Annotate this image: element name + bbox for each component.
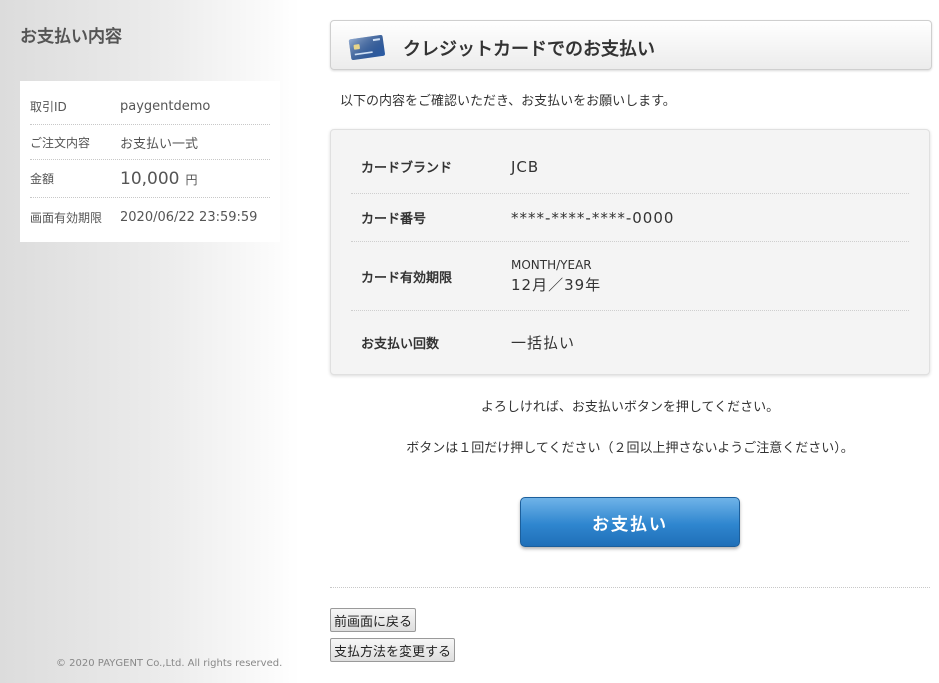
card-expiry: MONTH/YEAR 12月／39年 (511, 258, 601, 295)
summary-row-amount: 金額 10,000 円 (30, 160, 270, 198)
card-expiry-caption: MONTH/YEAR (511, 257, 592, 272)
card-number-label: カード番号 (361, 212, 427, 227)
payment-summary: 取引ID paygentdemo ご注文内容 お支払い一式 金額 10,000 円… (20, 81, 280, 242)
installments-value: 一括払い (511, 334, 576, 352)
card-details: カードブランド JCB カード番号 ****-****-****-0000 カー… (330, 129, 930, 375)
detail-row-expiry: カード有効期限 MONTH/YEAR 12月／39年 (351, 242, 909, 311)
divider (330, 587, 930, 588)
order-value: お支払い一式 (120, 136, 199, 152)
installments-label: お支払い回数 (361, 337, 440, 352)
change-payment-method-button[interactable]: 支払方法を変更する (330, 638, 456, 662)
summary-row-transaction-id: 取引ID paygentdemo (30, 81, 270, 125)
card-brand-value: JCB (511, 157, 540, 176)
credit-card-icon (347, 33, 387, 67)
amount-label: 金額 (30, 172, 55, 186)
back-button[interactable]: 前画面に戻る (330, 608, 417, 632)
summary-row-order: ご注文内容 お支払い一式 (30, 125, 270, 160)
amount-unit: 円 (185, 172, 198, 187)
transaction-id-value: paygentdemo (120, 99, 211, 114)
intro-text: 以下の内容をご確認いただき、お支払いをお願いします。 (340, 94, 676, 109)
deadline-value: 2020/06/22 23:59:59 (120, 210, 258, 225)
order-label: ご注文内容 (30, 135, 91, 150)
sidebar: お支払い内容 取引ID paygentdemo ご注文内容 お支払い一式 金額 … (0, 0, 300, 683)
confirm-notice: よろしければ、お支払いボタンを押してください。 (480, 400, 780, 415)
transaction-id-label: 取引ID (30, 100, 67, 114)
card-brand-label: カードブランド (361, 161, 453, 176)
pay-button[interactable]: お支払い (520, 497, 740, 547)
amount-number: 10,000 (120, 168, 180, 189)
copyright: © 2020 PAYGENT Co.,Ltd. All rights reser… (56, 658, 283, 669)
press-once-notice: ボタンは１回だけ押してください（２回以上押さないようご注意ください）。 (406, 441, 854, 456)
card-expiry-label: カード有効期限 (361, 270, 453, 286)
sidebar-title: お支払い内容 (20, 27, 122, 47)
page-header: クレジットカードでのお支払い (330, 20, 932, 70)
card-expiry-value: 12月／39年 (511, 275, 602, 294)
summary-row-deadline: 画面有効期限 2020/06/22 23:59:59 (30, 198, 270, 237)
amount-value: 10,000 円 (120, 169, 198, 189)
detail-row-installments: お支払い回数 一括払い (351, 311, 909, 374)
deadline-label: 画面有効期限 (30, 211, 103, 225)
page-title: クレジットカードでのお支払い (403, 39, 655, 60)
detail-row-number: カード番号 ****-****-****-0000 (351, 194, 909, 242)
detail-row-brand: カードブランド JCB (351, 130, 909, 194)
card-number-value: ****-****-****-0000 (511, 208, 675, 227)
